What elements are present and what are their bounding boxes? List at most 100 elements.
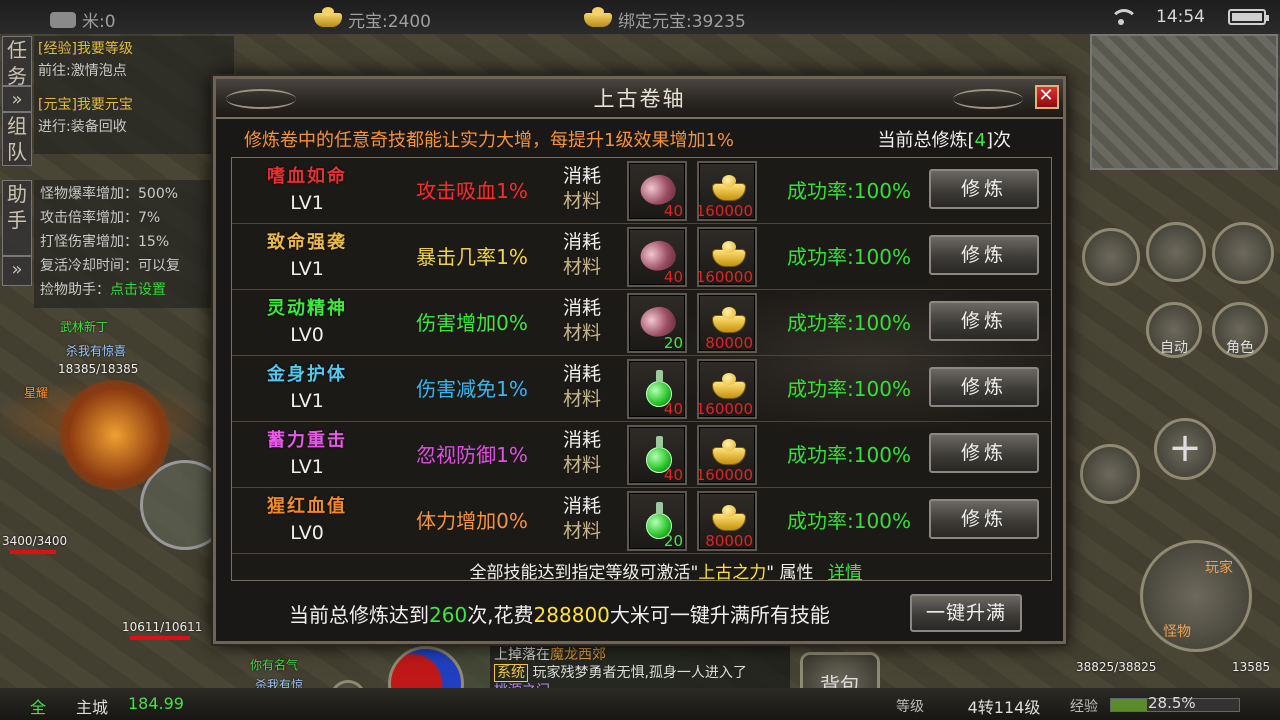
dialog-titlebar: 上古卷轴 ✕ bbox=[216, 79, 1063, 119]
quest-title[interactable]: [元宝]我要元宝 bbox=[38, 94, 230, 116]
gold-slot[interactable]: 160000 bbox=[696, 227, 757, 287]
skill-effect: 体力增加0% bbox=[416, 509, 528, 533]
material-qty: 20 bbox=[663, 532, 683, 550]
gold-slot[interactable]: 160000 bbox=[696, 425, 757, 485]
assist-line: 打怪伤害增加：15% bbox=[40, 234, 170, 250]
material-slot[interactable]: 40 bbox=[627, 161, 687, 221]
system-tag: 系统 bbox=[494, 664, 528, 682]
bound-yuanbao-counter: 绑定元宝:39235 bbox=[584, 6, 746, 32]
success-rate: 成功率:100% bbox=[787, 443, 911, 467]
gold-cost: 80000 bbox=[705, 532, 753, 550]
skill-effect: 攻击吸血1% bbox=[416, 179, 528, 203]
skill-effect: 忽视防御1% bbox=[416, 443, 528, 467]
attack-button[interactable]: 玩家 怪物 bbox=[1140, 540, 1252, 652]
material-slot[interactable]: 40 bbox=[627, 425, 687, 485]
gold-cost: 160000 bbox=[695, 202, 753, 220]
title-badge: 星耀 bbox=[24, 386, 49, 400]
quest-sub[interactable]: 前往:激情泡点 bbox=[38, 60, 230, 82]
bound-yuanbao-value: 绑定元宝:39235 bbox=[618, 12, 746, 32]
status-bar: 米:0 元宝:2400 绑定元宝:39235 14:54 bbox=[0, 0, 1280, 34]
monster-target-label[interactable]: 怪物 bbox=[1163, 621, 1191, 641]
gold-ingot-icon bbox=[712, 175, 746, 201]
quest-sub[interactable]: 进行:装备回收 bbox=[38, 116, 230, 138]
gold-ingot-icon bbox=[712, 439, 746, 465]
battery-icon bbox=[1228, 9, 1269, 25]
skill-level: LV1 bbox=[290, 456, 324, 478]
consume-line2: 材料 bbox=[562, 256, 601, 278]
close-button[interactable]: ✕ bbox=[1035, 85, 1059, 109]
pickup-settings-link[interactable]: 点击设置 bbox=[110, 282, 166, 298]
total-suffix: ]次 bbox=[985, 130, 1011, 151]
plus-icon[interactable]: + bbox=[1154, 418, 1216, 480]
gold-slot[interactable]: 80000 bbox=[697, 491, 757, 551]
train-button[interactable]: 修炼 bbox=[929, 235, 1039, 275]
map-location: 主城 bbox=[76, 698, 109, 717]
consume-label: 消耗 材料 bbox=[552, 230, 612, 280]
exp-fill bbox=[1111, 699, 1148, 711]
material-slot[interactable]: 20 bbox=[627, 293, 687, 353]
minimap[interactable] bbox=[1090, 34, 1278, 170]
player-hp: 18385/18385 bbox=[58, 362, 139, 376]
gold-slot[interactable]: 80000 bbox=[697, 293, 757, 353]
consume-line2: 材料 bbox=[562, 388, 601, 410]
chat-text: 玩家残梦勇者无惧,孤身一人进入了 bbox=[532, 665, 747, 681]
consume-label: 消耗 材料 bbox=[552, 362, 612, 412]
skill-name: 蓄力重击 bbox=[267, 430, 347, 451]
exp-label: 经验 bbox=[1070, 699, 1098, 715]
gold-ingot-icon bbox=[712, 307, 746, 333]
skill-effect: 伤害增加0% bbox=[416, 311, 528, 335]
consume-line1: 消耗 bbox=[562, 363, 601, 385]
diamond-menu-icon[interactable] bbox=[1212, 222, 1274, 284]
gold-slot[interactable]: 160000 bbox=[695, 161, 757, 221]
map-coord: 184.99 bbox=[128, 694, 184, 713]
detail-link[interactable]: 详情 bbox=[828, 558, 862, 583]
player-name: 杀我有惊喜 bbox=[66, 344, 127, 358]
skill-name: 猩红血值 bbox=[267, 496, 347, 517]
consume-line1: 消耗 bbox=[562, 231, 601, 253]
train-button[interactable]: 修炼 bbox=[929, 301, 1039, 341]
expand-chevron-icon[interactable]: » bbox=[2, 256, 32, 286]
material-slot[interactable]: 20 bbox=[627, 491, 687, 551]
skill-row: 金身护体 LV1 伤害减免1% 消耗 材料 40 160000 成功率:100% 修炼 bbox=[232, 356, 1051, 422]
quest-title[interactable]: [经验]我要等级 bbox=[38, 38, 230, 60]
one-click-upgrade-button[interactable]: 一键升满 bbox=[910, 594, 1022, 632]
note-suffix: " 属性 bbox=[766, 563, 814, 583]
train-button[interactable]: 修炼 bbox=[929, 433, 1039, 473]
gold-slot[interactable]: 160000 bbox=[696, 359, 757, 419]
intro-text: 修炼卷中的任意奇技都能让实力大增，每提升1级效果增加1% bbox=[244, 130, 735, 151]
material-slot[interactable]: 40 bbox=[627, 227, 687, 287]
skill-row: 嗜血如命 LV1 攻击吸血1% 消耗 材料 40 160000 成功率:100% 修炼 bbox=[232, 158, 1051, 224]
left-unit-hpbar bbox=[10, 550, 56, 554]
scroll-ornament-icon bbox=[226, 89, 296, 109]
right-unit-hp: 38825/38825 bbox=[1076, 660, 1157, 674]
one-click-summary: 当前总修炼达到260次,花费288800大米可一键升满所有技能 bbox=[289, 599, 830, 628]
success-rate: 成功率:100% bbox=[787, 509, 911, 533]
tab-team[interactable]: 组队 bbox=[2, 112, 32, 166]
skill-row: 猩红血值 LV0 体力增加0% 消耗 材料 20 80000 成功率:100% 修炼 bbox=[232, 488, 1051, 554]
role-button[interactable]: 角色 bbox=[1212, 302, 1268, 358]
mount-icon[interactable] bbox=[1082, 228, 1140, 286]
auto-button[interactable]: 自动 bbox=[1146, 302, 1202, 358]
consume-line1: 消耗 bbox=[562, 297, 601, 319]
role-label: 角色 bbox=[1226, 340, 1254, 356]
activate-note: 全部技能达到指定等级可激活"上古之力" 属性 bbox=[232, 558, 1051, 583]
yuanbao-counter: 元宝:2400 bbox=[314, 6, 431, 32]
train-button[interactable]: 修炼 bbox=[929, 499, 1039, 539]
material-slot[interactable]: 40 bbox=[627, 359, 687, 419]
wifi-icon bbox=[1110, 9, 1138, 27]
train-button[interactable]: 修炼 bbox=[929, 169, 1039, 209]
skill-level: LV0 bbox=[290, 324, 324, 346]
summary-cost: 288800 bbox=[533, 603, 610, 627]
player-target-label[interactable]: 玩家 bbox=[1205, 557, 1233, 577]
success-rate: 成功率:100% bbox=[787, 377, 911, 401]
tab-task[interactable]: 任务 bbox=[2, 36, 32, 88]
expand-chevron-icon[interactable]: » bbox=[2, 86, 32, 112]
skill-slot[interactable] bbox=[1146, 222, 1206, 282]
consume-line1: 消耗 bbox=[562, 165, 601, 187]
train-button[interactable]: 修炼 bbox=[929, 367, 1039, 407]
note-highlight: 上古之力 bbox=[698, 563, 767, 583]
chat-scope[interactable]: 全 bbox=[30, 694, 46, 718]
tab-assist[interactable]: 助手 bbox=[2, 180, 32, 256]
ingot-icon bbox=[314, 6, 342, 27]
sword-skill-icon[interactable] bbox=[1080, 444, 1140, 504]
